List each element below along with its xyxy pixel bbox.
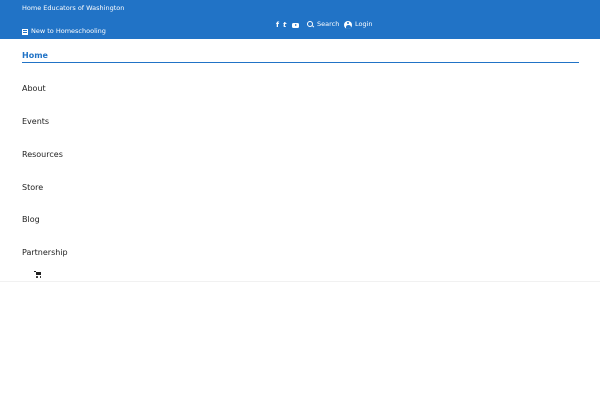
cart-wheel	[39, 276, 42, 278]
user-icon	[344, 20, 352, 29]
new-to-homeschooling-label: New to Homeschooling	[31, 27, 106, 35]
nav-item-store[interactable]: Store	[22, 182, 43, 193]
book-icon	[22, 28, 28, 35]
nav-item-home[interactable]: Home	[22, 50, 48, 61]
search-label: Search	[317, 20, 340, 28]
nav-item-partnership[interactable]: Partnership	[22, 247, 68, 258]
youtube-icon[interactable]	[292, 22, 299, 28]
nav-divider	[0, 281, 600, 282]
org-name-link[interactable]: Home Educators of Washington	[22, 4, 124, 13]
search-button[interactable]: Search	[307, 20, 339, 29]
nav-item-about[interactable]: About	[22, 83, 46, 94]
nav-item-resources[interactable]: Resources	[22, 149, 63, 160]
login-button[interactable]: Login	[344, 20, 373, 29]
twitter-icon[interactable]: t	[283, 21, 286, 30]
nav-item-events[interactable]: Events	[22, 116, 49, 127]
cart-basket	[35, 272, 41, 275]
facebook-icon[interactable]: f	[276, 21, 279, 30]
cart-icon[interactable]	[34, 271, 42, 278]
top-bar: Home Educators of Washington New to Home…	[0, 0, 600, 39]
new-to-homeschooling-link[interactable]: New to Homeschooling	[22, 27, 106, 36]
cart-wheel	[36, 276, 38, 278]
nav-item-blog[interactable]: Blog	[22, 214, 40, 225]
search-icon	[307, 21, 314, 28]
login-label: Login	[355, 20, 373, 28]
active-nav-underline	[22, 62, 579, 64]
